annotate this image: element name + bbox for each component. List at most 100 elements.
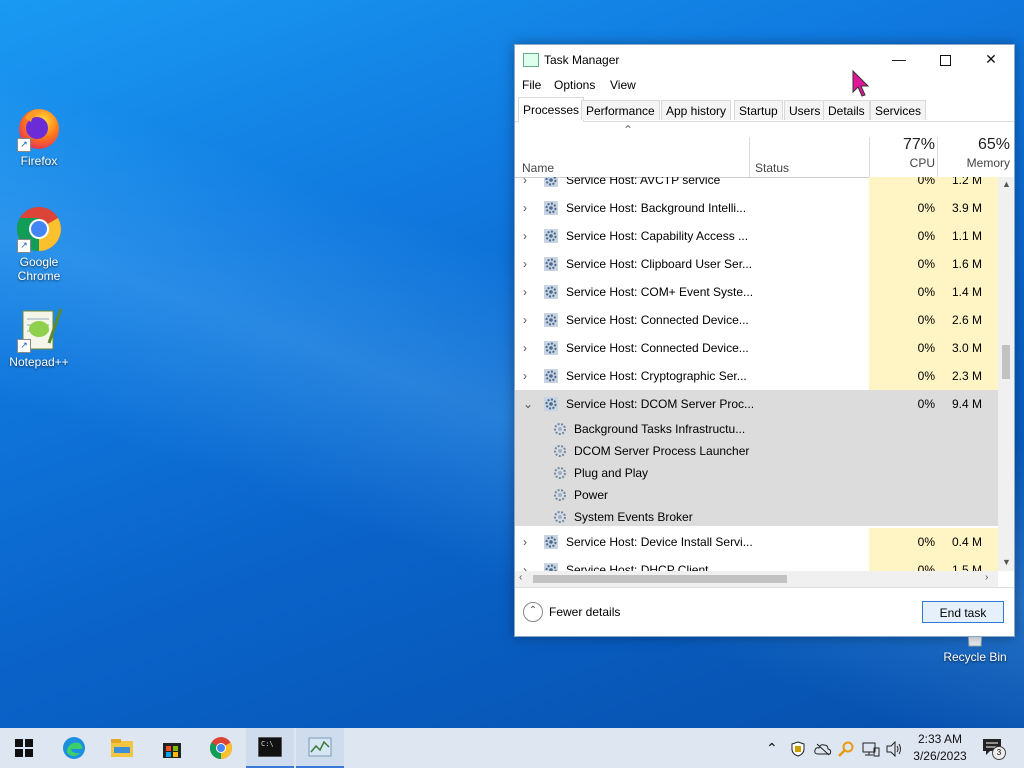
scroll-down-arrow-icon[interactable]: ▼ [1002, 557, 1011, 567]
service-name: Power [574, 488, 609, 502]
process-name: Service Host: Connected Device... [566, 313, 749, 327]
chevron-right-icon[interactable]: › [523, 556, 533, 571]
chevron-right-icon[interactable]: › [523, 278, 533, 306]
end-task-button[interactable]: End task [922, 601, 1004, 623]
fewer-details-icon[interactable]: ⌃ [523, 602, 543, 622]
title-bar[interactable]: Task Manager — ✕ [515, 45, 1014, 75]
edge-icon [63, 737, 85, 759]
maximize-button[interactable] [922, 45, 968, 75]
table-row[interactable]: › Service Host: Cryptographic Ser... 0% … [515, 362, 998, 390]
list-item[interactable]: DCOM Server Process Launcher [515, 440, 998, 462]
notification-center-button[interactable]: 3 [982, 738, 1006, 760]
tab-services[interactable]: Services [870, 100, 927, 120]
clock-date: 3/26/2023 [913, 749, 967, 763]
onedrive-cloud-icon[interactable] [814, 728, 832, 768]
gear-icon [543, 256, 559, 272]
vertical-scroll-thumb[interactable] [1002, 345, 1010, 379]
column-name-label: Name [522, 161, 555, 175]
taskbar-store[interactable] [148, 728, 196, 768]
chevron-right-icon[interactable]: › [523, 528, 533, 556]
clock[interactable]: 2:33 AM 3/26/2023 [910, 731, 970, 765]
horizontal-scroll-thumb[interactable] [533, 575, 787, 583]
column-cpu-label: CPU [909, 156, 935, 170]
minimize-button[interactable]: — [876, 45, 922, 75]
table-row[interactable]: › Service Host: Capability Access ... 0%… [515, 222, 998, 250]
process-name: Service Host: Connected Device... [566, 341, 749, 355]
start-button[interactable] [0, 728, 48, 768]
gear-icon [543, 312, 559, 328]
tab-startup[interactable]: Startup [734, 100, 783, 120]
list-item[interactable]: System Events Broker [515, 506, 998, 528]
gear-icon [543, 396, 559, 412]
table-row[interactable]: › Service Host: Connected Device... 0% 2… [515, 306, 998, 334]
tab-app-history[interactable]: App history [661, 100, 732, 120]
list-item[interactable]: Power [515, 484, 998, 506]
table-row[interactable]: › Service Host: Connected Device... 0% 3… [515, 334, 998, 362]
process-memory: 1.6 M [937, 250, 998, 278]
column-status[interactable]: Status [750, 121, 869, 177]
column-memory-label: Memory [966, 156, 1010, 170]
show-hidden-icons-chevron-icon[interactable]: ⌃ [766, 728, 778, 768]
process-name: Service Host: Cryptographic Ser... [566, 369, 747, 383]
list-item[interactable]: Plug and Play [515, 462, 998, 484]
taskbar-task-manager[interactable] [296, 728, 344, 768]
table-row[interactable]: › Service Host: COM+ Event Syste... 0% 1… [515, 278, 998, 306]
network-icon[interactable] [862, 728, 880, 768]
taskbar-chrome[interactable] [197, 728, 245, 768]
column-memory[interactable]: 65% Memory [938, 121, 1014, 177]
table-row[interactable]: › Service Host: DHCP Client 0% 1.5 M [515, 556, 998, 571]
list-item[interactable]: Background Tasks Infrastructu... [515, 418, 998, 440]
process-memory: 1.2 M [937, 177, 998, 194]
table-row[interactable]: › Service Host: Clipboard User Ser... 0%… [515, 250, 998, 278]
tab-users[interactable]: Users [784, 100, 826, 120]
column-cpu[interactable]: 77% CPU [870, 121, 937, 177]
tab-performance[interactable]: Performance [581, 100, 660, 120]
cpu-total: 77% [902, 136, 935, 153]
desktop-icon-notepadpp[interactable]: ↗ Notepad++ [0, 305, 78, 369]
desktop-icon-chrome[interactable]: ↗ Google Chrome [0, 205, 78, 283]
menu-file[interactable]: File [522, 78, 541, 92]
process-memory: 1.5 M [937, 556, 998, 571]
table-row[interactable]: › Service Host: Background Intelli... 0%… [515, 194, 998, 222]
taskbar-file-explorer[interactable] [98, 728, 146, 768]
menu-bar: File Options View [515, 75, 1014, 97]
horizontal-scrollbar[interactable]: ‹ › [515, 571, 998, 587]
service-name: Background Tasks Infrastructu... [574, 422, 746, 436]
vertical-scrollbar[interactable]: ▲ ▼ [998, 177, 1014, 571]
scroll-up-arrow-icon[interactable]: ▲ [1002, 179, 1011, 189]
column-name[interactable]: ⌃ Name [515, 121, 749, 177]
table-row[interactable]: › Service Host: Device Install Servi... … [515, 528, 998, 556]
chevron-down-icon[interactable]: ⌄ [523, 390, 533, 418]
scroll-left-arrow-icon[interactable]: ‹ [519, 572, 522, 583]
chevron-right-icon[interactable]: › [523, 362, 533, 390]
tab-processes[interactable]: Processes [518, 97, 585, 122]
table-row-expanded[interactable]: ⌄ Service Host: DCOM Server Proc... 0% 9… [515, 390, 998, 418]
fewer-details-link[interactable]: Fewer details [549, 605, 620, 619]
close-button[interactable]: ✕ [968, 45, 1014, 75]
process-name: Service Host: Device Install Servi... [566, 535, 753, 549]
windows-logo-icon [15, 739, 33, 757]
process-memory: 1.1 M [937, 222, 998, 250]
process-cpu: 0% [917, 397, 935, 411]
chevron-right-icon[interactable]: › [523, 334, 533, 362]
tab-details[interactable]: Details [823, 100, 870, 120]
chevron-right-icon[interactable]: › [523, 306, 533, 334]
search-magnifier-icon[interactable] [838, 728, 854, 768]
terminal-icon: C:\ [258, 737, 282, 757]
taskbar-terminal[interactable]: C:\ [246, 728, 294, 768]
scroll-right-arrow-icon[interactable]: › [985, 572, 988, 583]
chevron-right-icon[interactable]: › [523, 222, 533, 250]
taskbar-edge[interactable] [50, 728, 98, 768]
security-shield-icon[interactable] [790, 728, 806, 768]
chevron-right-icon[interactable]: › [523, 194, 533, 222]
chevron-right-icon[interactable]: › [523, 177, 533, 194]
desktop-icon-firefox[interactable]: ↗ Firefox [0, 104, 78, 168]
menu-options[interactable]: Options [554, 78, 595, 92]
menu-view[interactable]: View [610, 78, 636, 92]
process-memory: 2.6 M [937, 306, 998, 334]
firefox-icon: ↗ [15, 104, 63, 152]
folder-icon [111, 739, 133, 757]
chevron-right-icon[interactable]: › [523, 250, 533, 278]
table-row[interactable]: › Service Host: AVCTP service 0% 1.2 M [515, 177, 998, 194]
volume-icon[interactable] [886, 728, 904, 768]
